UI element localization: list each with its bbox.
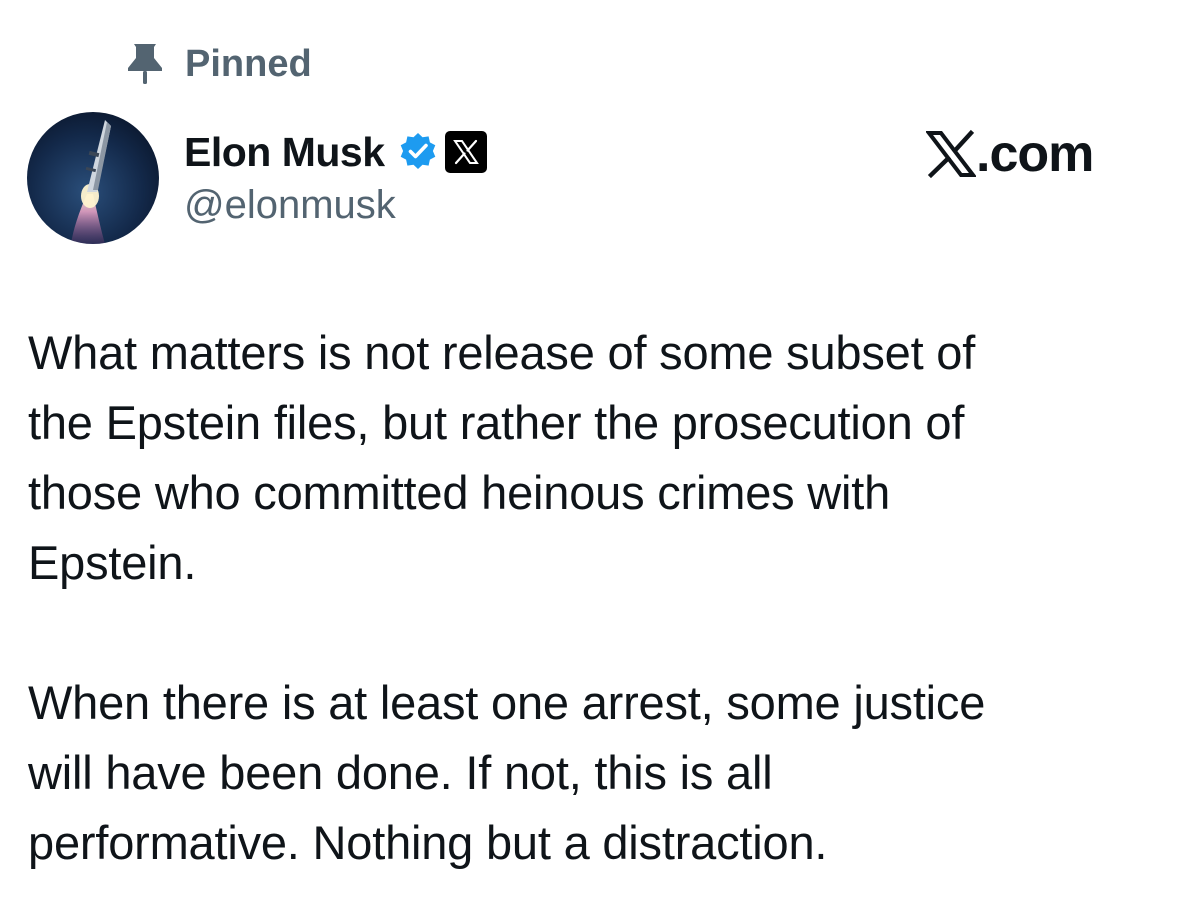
tweet-paragraph-1: What matters is not release of some subs… (28, 326, 976, 589)
author-handle[interactable]: @elonmusk (184, 180, 396, 230)
x-logo-badge-icon[interactable] (444, 131, 487, 173)
x-logo-icon (924, 129, 978, 179)
brand-text: .com (976, 125, 1094, 183)
tweet-paragraph-2: When there is at least one arrest, some … (28, 676, 986, 869)
verified-badge-icon[interactable] (397, 131, 439, 173)
pin-icon (126, 42, 164, 86)
brand-logo: .com (924, 122, 1094, 186)
pinned-indicator: Pinned (126, 40, 312, 88)
author-display-name[interactable]: Elon Musk (184, 126, 385, 178)
tweet-text: What matters is not release of some subs… (28, 318, 1148, 878)
pinned-label: Pinned (185, 43, 312, 85)
author-name-row: Elon Musk (184, 126, 487, 178)
avatar[interactable] (27, 112, 159, 244)
